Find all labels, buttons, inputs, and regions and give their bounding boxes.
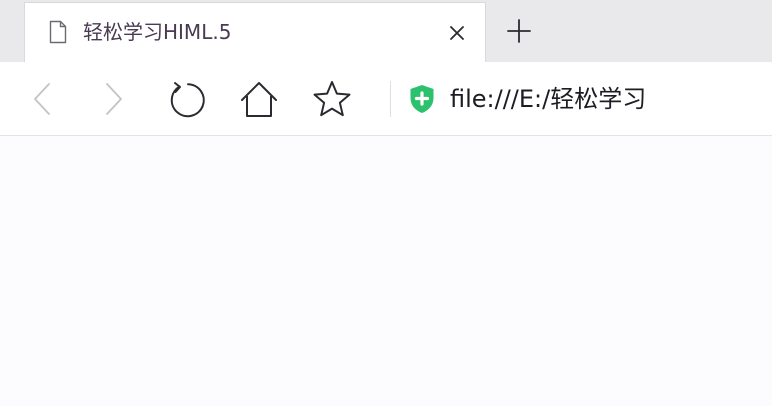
forward-chevron-right-icon[interactable]: [104, 82, 124, 116]
page-icon: [49, 20, 67, 44]
toolbar-divider: [390, 81, 391, 117]
new-tab-plus-icon[interactable]: [507, 19, 531, 43]
address-bar[interactable]: file:///E:/轻松学习: [402, 76, 764, 122]
star-icon[interactable]: [312, 80, 352, 118]
navigation-toolbar: file:///E:/轻松学习: [0, 62, 772, 136]
browser-window: 轻松学习HIML.5 file:///E:/轻松学习: [0, 0, 772, 406]
close-icon[interactable]: [449, 25, 465, 41]
tab-strip: 轻松学习HIML.5: [0, 0, 772, 62]
tab-title: 轻松学习HIML.5: [83, 20, 232, 44]
active-tab[interactable]: 轻松学习HIML.5: [24, 2, 486, 62]
shield-plus-icon[interactable]: [409, 84, 435, 114]
url-text[interactable]: file:///E:/轻松学习: [450, 82, 646, 116]
back-chevron-left-icon[interactable]: [32, 82, 52, 116]
home-icon[interactable]: [239, 80, 279, 118]
reload-icon[interactable]: [166, 80, 206, 120]
page-content: [0, 136, 772, 406]
